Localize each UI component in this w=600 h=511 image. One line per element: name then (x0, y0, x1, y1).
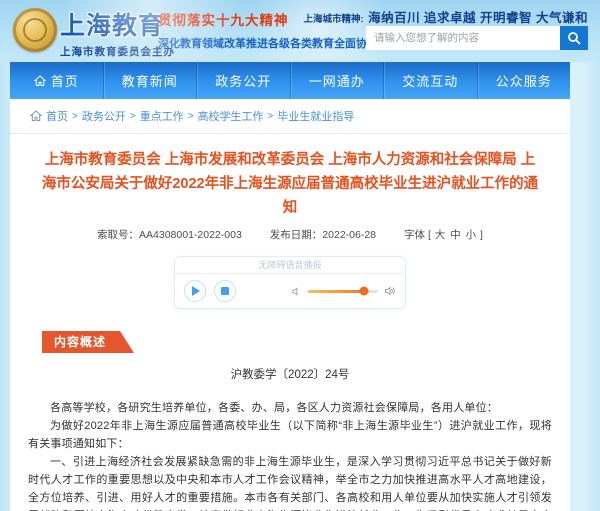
content-summary-tab: 内容概述 (42, 331, 134, 353)
emblem-ring-icon (23, 18, 47, 42)
volume-slider-knob[interactable] (360, 287, 369, 296)
volume-low-icon (291, 286, 302, 297)
font-bracket-open: [ (428, 229, 431, 241)
volume-high-icon (384, 285, 396, 297)
site-name: 上海教育 (60, 6, 210, 42)
nav-item-label: 政务公开 (215, 71, 271, 90)
search-bar (366, 26, 588, 50)
document-number: 沪教委学〔2022〕24号 (28, 366, 552, 384)
breadcrumb-separator: > (72, 111, 78, 122)
audio-player-caption: 无障碍语音播报 (175, 257, 405, 274)
font-size-label: 字体 (404, 229, 425, 241)
breadcrumb-item-employment-guidance[interactable]: 毕业生就业指导 (277, 108, 354, 124)
breadcrumb-item-home[interactable]: 首页 (46, 108, 68, 124)
nav-item-label: 公众服务 (496, 71, 552, 90)
content-column: 首页 教育新闻 政务公开 一网通办 交流互动 公众服务 首页 > 政务公开 > … (10, 62, 570, 511)
article: 上海市教育委员会 上海市发展和改革委员会 上海市人力资源和社会保障局 上海市公安… (10, 148, 570, 511)
paragraph-salutation: 各高等学校，各研究生培养单位，各委、办、局，各区人力资源社会保障局，各用人单位： (28, 399, 552, 417)
nav-item-home[interactable]: 首页 (10, 62, 103, 99)
article-meta: 索取号：AA4308001-2022-003 发布日期：2022-06-28 字… (28, 227, 552, 242)
search-input[interactable] (366, 26, 560, 50)
meta-publish-date: 发布日期：2022-06-28 (270, 227, 376, 242)
breadcrumb-item-gov-affairs[interactable]: 政务公开 (82, 108, 126, 124)
nav-item-news[interactable]: 教育新闻 (103, 62, 197, 99)
nav-item-interaction[interactable]: 交流互动 (383, 62, 477, 99)
nav-item-label: 教育新闻 (122, 71, 178, 90)
font-size-medium-button[interactable]: 中 (450, 229, 461, 241)
play-icon (192, 286, 200, 296)
search-icon (567, 31, 581, 45)
paragraph-section-1: 一、引进上海经济社会发展紧缺急需的非上海生源毕业生，是深入学习贯彻习近平总书记关… (28, 453, 552, 511)
site-subtitle: 上海市教育委员会主办 (60, 44, 210, 59)
slogan-line-2: 深化教育领域改革推进各级各类教育全面协调发展 (158, 35, 363, 51)
document-body: 各高等学校，各研究生培养单位，各委、办、局，各区人力资源社会保障局，各用人单位：… (28, 399, 552, 511)
meta-index-value: AA4308001-2022-003 (139, 229, 242, 241)
meta-date-value: 2022-06-28 (322, 229, 376, 241)
article-title: 上海市教育委员会 上海市发展和改革委员会 上海市人力资源和社会保障局 上海市公安… (40, 148, 540, 220)
nav-item-gov-affairs[interactable]: 政务公开 (196, 62, 290, 99)
audio-player-controls (175, 274, 405, 308)
breadcrumb-item-key-work[interactable]: 重点工作 (140, 108, 184, 124)
breadcrumb-home-icon (30, 110, 42, 122)
nav-item-label: 交流互动 (402, 71, 458, 90)
meta-index-number: 索取号：AA4308001-2022-003 (97, 227, 242, 242)
nav-item-label: 一网通办 (309, 71, 365, 90)
breadcrumb-separator: > (130, 111, 136, 122)
play-button[interactable] (184, 280, 206, 302)
brand-block: 上海教育 上海市教育委员会主办 (60, 6, 210, 59)
site-logo-emblem (13, 8, 57, 52)
meta-index-label: 索取号： (97, 229, 139, 241)
nav-item-public-service[interactable]: 公众服务 (477, 62, 571, 99)
paragraph-intro: 为做好2022年非上海生源应届普通高校毕业生（以下简称“非上海生源毕业生”）进沪… (28, 417, 552, 453)
home-icon (34, 75, 46, 87)
breadcrumb: 首页 > 政务公开 > 重点工作 > 高校学生工作 > 毕业生就业指导 (10, 99, 570, 134)
stop-button[interactable] (214, 280, 236, 302)
city-spirit-label: 上海城市精神: (303, 14, 363, 25)
city-spirit-line: 上海城市精神: 海纳百川 追求卓越 开明睿智 大气谦和 (303, 7, 588, 27)
main-nav: 首页 教育新闻 政务公开 一网通办 交流互动 公众服务 (10, 62, 570, 99)
meta-date-label: 发布日期： (270, 229, 323, 241)
volume-slider[interactable] (308, 290, 378, 293)
search-button[interactable] (560, 26, 588, 50)
volume-control (291, 285, 396, 297)
nav-item-label: 首页 (51, 71, 79, 90)
nav-item-one-stop[interactable]: 一网通办 (290, 62, 384, 99)
breadcrumb-item-student-work[interactable]: 高校学生工作 (198, 108, 264, 124)
meta-font-size-control: 字体 [ 大 中 小 ] (404, 227, 483, 242)
breadcrumb-separator: > (268, 111, 274, 122)
font-size-large-button[interactable]: 大 (435, 229, 446, 241)
font-bracket-close: ] (480, 229, 483, 241)
font-size-small-button[interactable]: 小 (466, 229, 477, 241)
site-header: 上海教育 上海市教育委员会主办 贯彻落实十九大精神 深化教育领域改革推进各级各类… (0, 0, 600, 62)
city-spirit-text: 海纳百川 追求卓越 开明睿智 大气谦和 (368, 11, 588, 25)
audio-player: 无障碍语音播报 (174, 256, 406, 309)
breadcrumb-separator: > (188, 111, 194, 122)
stop-icon (221, 287, 229, 295)
